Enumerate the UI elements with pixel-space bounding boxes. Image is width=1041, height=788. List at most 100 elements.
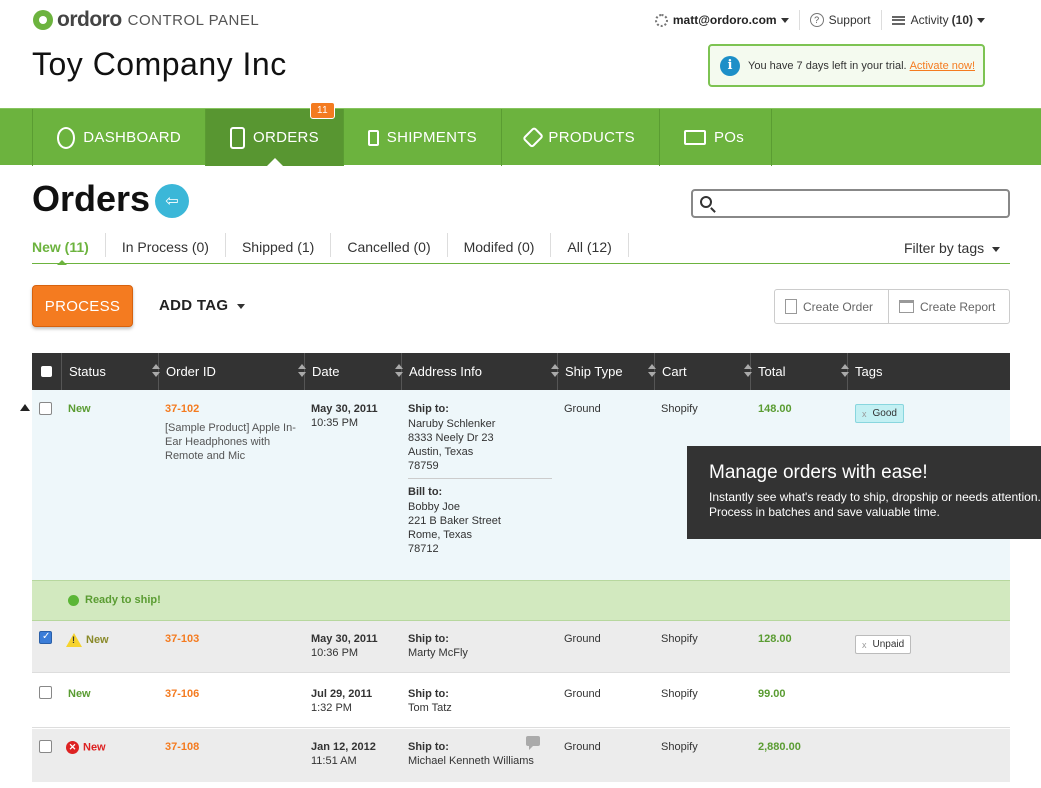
- order-id-link[interactable]: 37-103: [165, 633, 199, 645]
- gear-icon: [654, 13, 668, 27]
- select-all-checkbox[interactable]: [41, 366, 52, 377]
- ship-to-name: Tom Tatz: [408, 702, 452, 714]
- calendar-icon: [899, 300, 914, 313]
- comment-icon[interactable]: [526, 736, 540, 750]
- bill-to-address: Bobby Joe 221 B Baker Street Rome, Texas…: [408, 500, 501, 556]
- support-link[interactable]: ? Support: [800, 10, 881, 30]
- filter-by-tags-dropdown[interactable]: Filter by tags: [904, 240, 1000, 256]
- column-header-order-id[interactable]: Order ID: [159, 353, 306, 390]
- chevron-down-icon: [236, 303, 245, 309]
- column-header-cart[interactable]: Cart: [655, 353, 752, 390]
- column-header-total[interactable]: Total: [751, 353, 849, 390]
- ship-to-name: Michael Kenneth Williams: [408, 755, 534, 767]
- row-checkbox[interactable]: [39, 631, 52, 644]
- create-order-label: Create Order: [803, 299, 874, 314]
- select-all-cell: [32, 353, 62, 390]
- column-header-ship-type[interactable]: Ship Type: [558, 353, 656, 390]
- nav-tab-label: DASHBOARD: [83, 129, 181, 146]
- ship-type: Ground: [564, 403, 601, 415]
- column-header-label: Total: [758, 364, 786, 379]
- orders-table-header: Status Order ID Date Address Info Ship T…: [32, 353, 1010, 390]
- user-email: matt@ordoro.com: [672, 13, 777, 27]
- tooltip-title: Manage orders with ease!: [709, 462, 928, 483]
- ship-to-label: Ship to:: [408, 633, 449, 645]
- ready-to-ship-bar: Ready to ship!: [32, 580, 1010, 621]
- order-id-link[interactable]: 37-106: [165, 688, 199, 700]
- ship-type: Ground: [564, 688, 601, 700]
- top-navigation: matt@ordoro.com ? Support Activity (10): [645, 10, 995, 30]
- order-date: Jul 29, 2011: [311, 688, 373, 700]
- add-tag-dropdown[interactable]: ADD TAG: [159, 297, 245, 314]
- address-line: Bobby Joe: [408, 501, 460, 513]
- filter-tab-all[interactable]: All (12): [551, 233, 629, 257]
- status-text: New: [86, 633, 109, 646]
- ordoro-logo[interactable]: ordoro CONTROL PANEL: [33, 8, 259, 32]
- cart: Shopify: [661, 403, 698, 415]
- filter-tab-cancelled[interactable]: Cancelled (0): [331, 233, 448, 257]
- order-id-link[interactable]: 37-108: [165, 741, 199, 753]
- create-report-button[interactable]: Create Report: [889, 290, 1005, 323]
- page-title: Orders: [32, 178, 151, 219]
- nav-tab-products[interactable]: PRODUCTS: [502, 109, 660, 166]
- orders-icon: [230, 126, 246, 149]
- nav-tab-dashboard[interactable]: DASHBOARD: [33, 109, 206, 166]
- brand-subtitle: CONTROL PANEL: [127, 11, 260, 29]
- nav-tab-label: ORDERS: [253, 129, 319, 146]
- nav-tab-label: SHIPMENTS: [386, 129, 477, 146]
- main-navigation: DASHBOARD 11 ORDERS SHIPMENTS PRODUCTS P…: [0, 102, 1041, 166]
- nav-tab-pos[interactable]: POs: [660, 109, 772, 166]
- filter-tab-in-process[interactable]: In Process (0): [106, 233, 226, 257]
- status-value: New: [66, 633, 109, 647]
- ready-text: Ready to ship!: [85, 594, 161, 606]
- row-checkbox[interactable]: [39, 402, 52, 415]
- column-header-status[interactable]: Status: [62, 353, 160, 390]
- remove-tag-icon[interactable]: x: [862, 409, 867, 419]
- order-date: May 30, 2011: [311, 633, 378, 645]
- cart: Shopify: [661, 688, 698, 700]
- ship-to-label: Ship to:: [408, 688, 449, 700]
- column-header-label: Ship Type: [565, 364, 623, 379]
- product-name: [Sample Product] Apple In-Ear Headphones…: [165, 422, 296, 462]
- filter-tab-modifed[interactable]: Modifed (0): [448, 233, 552, 257]
- bill-to-label: Bill to:: [408, 486, 443, 498]
- address-line: Rome, Texas: [408, 529, 472, 541]
- ship-type: Ground: [564, 633, 601, 645]
- return-icon[interactable]: ⇦: [155, 184, 189, 218]
- column-header-label: Status: [69, 364, 106, 379]
- ready-to-ship-status: Ready to ship!: [68, 594, 161, 606]
- shipments-icon: [368, 129, 379, 146]
- brand-name: ordoro: [57, 8, 122, 31]
- table-row[interactable]: New 37-106 Jul 29, 2011 1:32 PM Ship to:…: [32, 674, 1010, 728]
- row-checkbox[interactable]: [39, 740, 52, 753]
- ship-to-name: Marty McFly: [408, 647, 468, 659]
- dashboard-icon: [57, 126, 76, 149]
- nav-tab-shipments[interactable]: SHIPMENTS: [344, 109, 502, 166]
- status-dot-icon: [68, 594, 79, 606]
- search-box: [691, 189, 1010, 218]
- status-text: New: [83, 741, 106, 754]
- status-value: ✕ New: [66, 741, 106, 754]
- filter-tab-shipped[interactable]: Shipped (1): [226, 233, 332, 257]
- create-order-button[interactable]: Create Order: [775, 290, 889, 323]
- tooltip-body: Instantly see what's ready to ship, drop…: [709, 490, 1041, 519]
- column-header-date[interactable]: Date: [305, 353, 403, 390]
- activity-menu[interactable]: Activity (10): [882, 10, 995, 30]
- row-checkbox[interactable]: [39, 686, 52, 699]
- column-header-address[interactable]: Address Info: [402, 353, 559, 390]
- search-input[interactable]: [719, 194, 1004, 214]
- ship-type: Ground: [564, 741, 601, 753]
- nav-tab-orders[interactable]: 11 ORDERS: [206, 102, 344, 166]
- activate-link[interactable]: Activate now!: [910, 60, 975, 72]
- user-menu[interactable]: matt@ordoro.com: [645, 10, 799, 30]
- order-id-link[interactable]: 37-102: [165, 403, 199, 415]
- cart: Shopify: [661, 741, 698, 753]
- collapse-arrow-icon[interactable]: [20, 404, 30, 411]
- filter-tab-new[interactable]: New (11): [32, 233, 106, 265]
- process-button[interactable]: PROCESS: [32, 285, 133, 327]
- tag-unpaid: x Unpaid: [855, 635, 912, 654]
- table-row[interactable]: New 37-103 May 30, 2011 10:36 PM Ship to…: [32, 621, 1010, 673]
- order-total: 128.00: [758, 633, 792, 645]
- orders-count-badge: 11: [310, 102, 335, 119]
- remove-tag-icon[interactable]: x: [862, 640, 867, 650]
- table-row[interactable]: ✕ New 37-108 Jan 12, 2012 11:51 AM Ship t…: [32, 729, 1010, 782]
